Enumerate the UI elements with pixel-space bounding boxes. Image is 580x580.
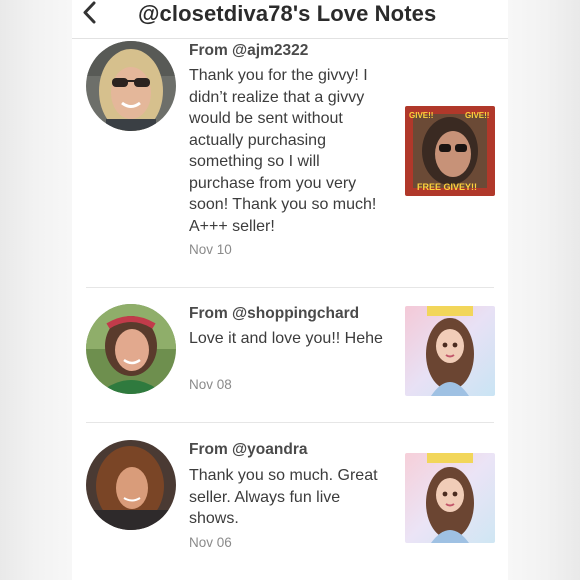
divider: [86, 422, 494, 423]
thumb-caption: FREE GIVEY!!: [417, 182, 477, 192]
avatar[interactable]: [86, 304, 176, 394]
thumb-text-right: GIVE!!: [465, 111, 489, 120]
listing-thumbnail[interactable]: [405, 453, 495, 543]
avatar[interactable]: [86, 41, 176, 131]
note-date: Nov 08: [189, 377, 232, 392]
avatar[interactable]: [86, 440, 176, 530]
thumb-text-left: GIVE!!: [409, 111, 433, 120]
note-sender[interactable]: From @yoandra: [189, 441, 307, 459]
note-message: Thank you so much. Great seller. Always …: [189, 467, 378, 527]
chevron-left-icon: [83, 1, 96, 24]
love-notes-screen: @closetdiva78's Love Notes From @ajm2322…: [72, 0, 508, 580]
divider: [86, 287, 494, 288]
page-title: @closetdiva78's Love Notes: [138, 1, 437, 26]
note-sender[interactable]: From @ajm2322: [189, 42, 308, 60]
note-message: Thank you for the givvy! I didn’t realiz…: [189, 67, 377, 235]
note-message: Love it and love you!! Hehe: [189, 330, 383, 347]
listing-thumbnail[interactable]: GIVE!! GIVE!! FREE GIVEY!!: [405, 106, 495, 196]
note-sender[interactable]: From @shoppingchard: [189, 305, 359, 323]
note-date: Nov 10: [189, 242, 232, 257]
header-bar: @closetdiva78's Love Notes: [72, 0, 508, 39]
note-date: Nov 06: [189, 535, 232, 550]
listing-thumbnail[interactable]: [405, 306, 495, 396]
back-button[interactable]: [78, 0, 102, 26]
